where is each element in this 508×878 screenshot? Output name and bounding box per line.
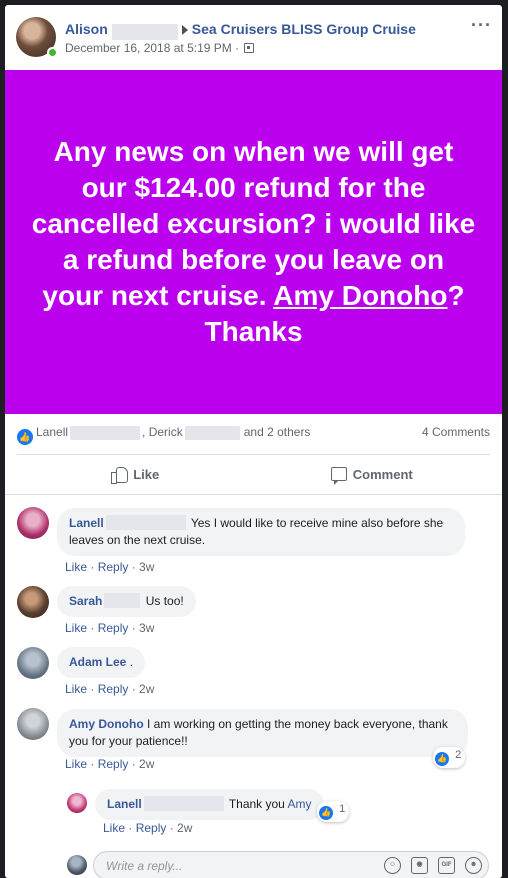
group-privacy-icon [244,43,255,53]
reply-actions: Like · Reply · 2w [103,821,193,835]
status-background: Any news on when we will get our $124.00… [5,70,502,414]
comment-bubble: Amy Donoho I am working on getting the m… [57,709,468,757]
author-line: Alison Sea Cruisers BLISS Group Cruise [65,21,416,40]
author-name[interactable]: Alison [65,21,108,37]
reply-input[interactable]: Write a reply... ☺ ◉ GIF ☻ [93,851,489,878]
comment-like-link[interactable]: Like [65,621,87,635]
comment-like-link[interactable]: Like [65,757,87,771]
online-status-icon [47,47,58,58]
comment-reply-link[interactable]: Reply [98,560,129,574]
post-timestamp[interactable]: December 16, 2018 at 5:19 PM [65,41,232,55]
comment-text: Us too! [145,594,184,608]
comment-text: . [129,655,134,669]
reply-reply-link[interactable]: Reply [136,821,167,835]
comment-icon [330,467,347,485]
sticker-icon[interactable]: ☻ [465,857,482,874]
comment-time[interactable]: 3w [139,560,154,574]
redacted-name [105,515,186,530]
reply-composer: Write a reply... ☺ ◉ GIF ☻ [5,850,502,878]
redacted-name [143,796,224,811]
comment-reply-link[interactable]: Reply [98,682,129,696]
comment-like-link[interactable]: Like [65,682,87,696]
comment-button-label: Comment [352,466,413,482]
like-button-label: Like [133,466,160,482]
comments-section: Lanell Yes I would like to receive mine … [5,495,502,878]
reply-bubble: Lanell Thank you Amy [95,789,324,820]
post-meta: December 16, 2018 at 5:19 PM · [65,41,255,55]
arrow-right-icon [181,25,188,35]
camera-icon[interactable]: ◉ [411,857,428,874]
commenter-avatar[interactable] [17,507,49,539]
commenter-avatar[interactable] [17,647,49,679]
reaction-count: 2 [455,749,462,761]
comment-like-link[interactable]: Like [65,560,87,574]
comment-bubble: Sarah Us too! [57,586,196,617]
reply-reaction-count[interactable]: 👍 1 [317,801,350,822]
comment-reaction-count[interactable]: 👍 2 [433,747,466,768]
emoji-icon[interactable]: ☺ [384,857,401,874]
comment-reply-link[interactable]: Reply [98,757,129,771]
reaction-count: 1 [339,803,346,815]
reply-placeholder: Write a reply... [106,859,183,873]
like-reaction-icon: 👍 [17,429,33,445]
reactor-name-2[interactable]: Derick [149,425,183,439]
post-card: Alison Sea Cruisers BLISS Group Cruise De… [5,5,502,878]
like-reaction-icon: 👍 [319,806,333,820]
reply-time[interactable]: 2w [177,821,192,835]
redacted-name [104,593,141,608]
comment-bubble: Lanell Yes I would like to receive mine … [57,508,465,556]
status-mention-link[interactable]: Amy Donoho [273,280,447,311]
status-text: Any news on when we will get our $124.00… [31,134,476,350]
comment-actions: Like · Reply · 2w [65,757,155,771]
redacted-name [70,425,141,440]
more-options-icon[interactable]: ··· [471,15,492,36]
current-user-avatar [67,855,87,875]
comment-count[interactable]: 4 Comments [422,425,490,439]
redacted-name [111,23,178,40]
action-bar: Like Comment [17,456,490,492]
gif-icon[interactable]: GIF [438,857,455,874]
like-button[interactable]: Like [17,456,254,492]
reply-mention-link[interactable]: Amy [288,797,312,811]
redacted-name [184,425,240,440]
commenter-avatar[interactable] [17,708,49,740]
comment-reply-link[interactable]: Reply [98,621,129,635]
commenter-avatar[interactable] [17,586,49,618]
commenter-name[interactable]: Sarah [69,594,102,608]
replier-avatar[interactable] [67,793,87,813]
like-reaction-icon: 👍 [435,752,449,766]
comment-time[interactable]: 2w [139,682,154,696]
reply-like-link[interactable]: Like [103,821,125,835]
comment-actions: Like · Reply · 3w [65,560,155,574]
comment-time[interactable]: 3w [139,621,154,635]
post-header: Alison Sea Cruisers BLISS Group Cruise De… [5,5,502,70]
group-name[interactable]: Sea Cruisers BLISS Group Cruise [192,21,416,37]
divider [17,454,490,455]
reactions-summary[interactable]: 👍 Lanell, Derick and 2 others 4 Comments [17,425,490,445]
replier-name[interactable]: Lanell [107,797,142,811]
commenter-name[interactable]: Amy Donoho [69,717,144,731]
commenter-name[interactable]: Lanell [69,516,104,530]
reactors-others[interactable]: and 2 others [244,425,311,439]
comment-actions: Like · Reply · 2w [65,682,155,696]
commenter-name[interactable]: Adam Lee [69,655,126,669]
reply-text: Thank you [228,797,285,811]
comment-actions: Like · Reply · 3w [65,621,155,635]
thumbs-up-icon [111,466,129,484]
comment-time[interactable]: 2w [139,757,154,771]
reply-tools: ☺ ◉ GIF ☻ [384,857,482,874]
reactor-name-1[interactable]: Lanell [36,425,68,439]
comment-bubble: Adam Lee . [57,647,146,678]
comment-button[interactable]: Comment [254,456,491,492]
